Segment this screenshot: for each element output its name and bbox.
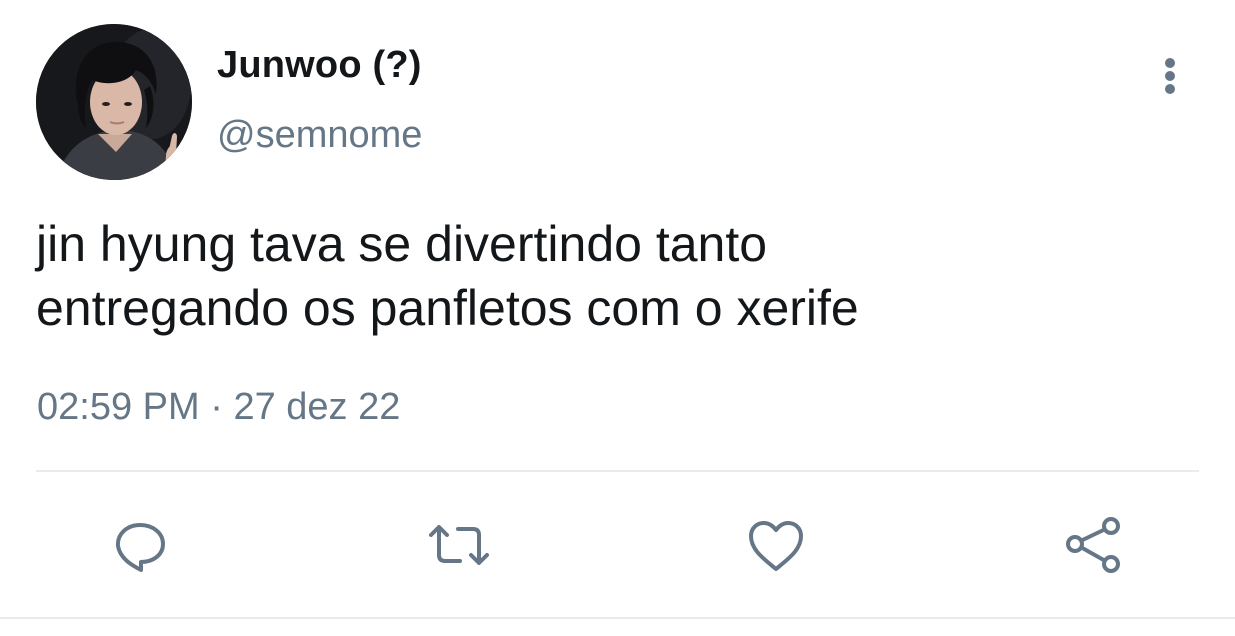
display-name[interactable]: Junwoo (?) <box>217 44 422 87</box>
heart-outline-icon <box>749 521 803 571</box>
avatar[interactable] <box>36 24 192 180</box>
divider <box>36 470 1199 472</box>
more-options-button[interactable] <box>1153 52 1187 100</box>
bottom-border <box>0 617 1235 619</box>
more-dot-icon <box>1165 71 1175 81</box>
user-handle[interactable]: @semnome <box>217 114 422 157</box>
tweet-time[interactable]: 02:59 PM <box>37 386 200 428</box>
tweet-text: jin hyung tava se divertindo tanto entre… <box>36 216 859 336</box>
reply-button[interactable] <box>108 513 172 577</box>
like-button[interactable] <box>744 513 808 577</box>
retweet-arrows-icon <box>429 525 489 565</box>
avatar-photo <box>36 24 192 180</box>
tweet-card: Junwoo (?) @semnome jin hyung tava se di… <box>0 0 1235 636</box>
tweet-timestamp: 02:59 PM · 27 dez 22 <box>37 386 400 429</box>
speech-bubble-icon <box>115 523 165 572</box>
more-dot-icon <box>1165 58 1175 68</box>
meta-separator: · <box>210 386 223 428</box>
share-nodes-icon <box>1066 517 1120 573</box>
tweet-date[interactable]: 27 dez 22 <box>233 386 400 428</box>
more-dot-icon <box>1165 84 1175 94</box>
retweet-button[interactable] <box>427 513 491 577</box>
share-button[interactable] <box>1062 513 1126 577</box>
